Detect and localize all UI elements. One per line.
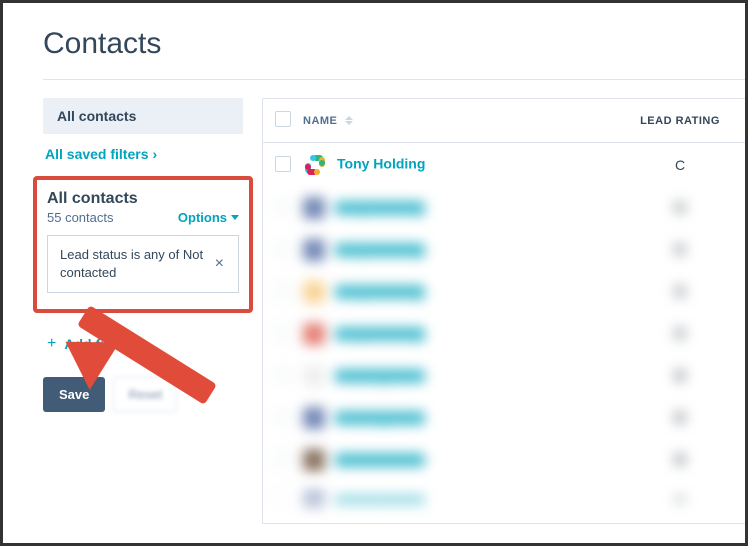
view-tab-all-contacts[interactable]: All contacts xyxy=(43,98,243,134)
row-checkbox[interactable] xyxy=(275,156,291,172)
rating-cell: B xyxy=(615,397,745,439)
row-checkbox[interactable] xyxy=(275,241,291,257)
reset-button[interactable]: Reset xyxy=(113,377,177,412)
name-header-label: NAME xyxy=(303,115,337,127)
filter-chip-text: Lead status is any of Not contacted xyxy=(60,246,205,282)
avatar-icon xyxy=(303,365,325,387)
avatar-icon xyxy=(303,491,325,513)
rating-cell: C xyxy=(615,313,745,355)
rating-cell: C xyxy=(615,143,745,188)
rating-cell: B xyxy=(615,439,745,481)
contact-count: 55 contacts xyxy=(47,210,114,225)
divider xyxy=(43,79,745,80)
avatar-icon xyxy=(303,407,325,429)
table-row[interactable]: Tom Ingram B xyxy=(263,355,745,397)
add-filter-link[interactable]: + Add filter xyxy=(47,335,126,353)
contact-name-link[interactable]: Tony Holding xyxy=(335,285,425,299)
table-row[interactable]: Tony Holding C xyxy=(263,229,745,271)
options-dropdown[interactable]: Options xyxy=(178,210,239,225)
all-saved-filters-link[interactable]: All saved filters › xyxy=(45,146,157,162)
table-row[interactable]: Tom Ingram B xyxy=(263,397,745,439)
rating-cell: C xyxy=(615,187,745,229)
table-row[interactable]: Tony Holding C xyxy=(263,187,745,229)
row-checkbox[interactable] xyxy=(275,283,291,299)
rating-cell: C xyxy=(615,229,745,271)
save-button[interactable]: Save xyxy=(43,377,105,412)
contact-name-link[interactable]: Tony Holding xyxy=(335,243,425,257)
saved-filters-label: All saved filters xyxy=(45,146,149,162)
rating-cell: C xyxy=(615,271,745,313)
page-title: Contacts xyxy=(43,27,745,61)
rating-cell: B xyxy=(615,481,745,523)
column-header-lead-rating[interactable]: LEAD RATING xyxy=(615,99,745,143)
sort-icon xyxy=(345,116,353,125)
caret-down-icon xyxy=(231,215,239,220)
rating-cell: B xyxy=(615,355,745,397)
avatar-icon xyxy=(303,323,325,345)
row-checkbox[interactable] xyxy=(275,409,291,425)
avatar-icon xyxy=(303,281,325,303)
avatar-icon xyxy=(303,197,325,219)
column-header-name[interactable]: NAME xyxy=(303,99,615,143)
table-row[interactable]: Tom Helm B xyxy=(263,481,745,523)
options-label: Options xyxy=(178,210,227,225)
chevron-right-icon: › xyxy=(153,146,158,162)
avatar-icon xyxy=(303,239,325,261)
contact-name-link[interactable]: Tom Helm xyxy=(335,453,425,467)
filter-group-highlight: All contacts 55 contacts Options Lead st… xyxy=(33,176,253,313)
row-checkbox[interactable] xyxy=(275,199,291,215)
plus-icon: + xyxy=(47,335,56,353)
add-filter-label: Add filter xyxy=(64,336,125,352)
row-checkbox[interactable] xyxy=(275,493,291,509)
table-row[interactable]: Tony Holding C xyxy=(263,313,745,355)
row-checkbox[interactable] xyxy=(275,325,291,341)
row-checkbox[interactable] xyxy=(275,451,291,467)
close-icon[interactable]: × xyxy=(213,255,226,273)
contacts-table-area: NAME LEAD RATING Tony HoldingCTony Holdi… xyxy=(261,98,745,524)
table-row[interactable]: Tom Helm B xyxy=(263,439,745,481)
contacts-table: NAME LEAD RATING Tony HoldingCTony Holdi… xyxy=(263,98,745,523)
row-checkbox[interactable] xyxy=(275,367,291,383)
table-row[interactable]: Tony Holding C xyxy=(263,143,745,188)
contact-name-link[interactable]: Tony Holding xyxy=(337,156,425,172)
select-all-checkbox[interactable] xyxy=(275,111,291,127)
avatar-icon xyxy=(303,449,325,471)
contact-name-link[interactable]: Tony Holding xyxy=(335,201,425,215)
filter-group-title: All contacts xyxy=(47,190,239,208)
contact-name-link[interactable]: Tom Ingram xyxy=(335,369,425,383)
contact-name-link[interactable]: Tom Helm xyxy=(335,495,425,509)
avatar-icon xyxy=(303,153,327,177)
filter-chip[interactable]: Lead status is any of Not contacted × xyxy=(47,235,239,293)
table-row[interactable]: Tony Holding C xyxy=(263,271,745,313)
contact-name-link[interactable]: Tony Holding xyxy=(335,327,425,341)
select-all-header xyxy=(263,99,303,143)
contact-name-link[interactable]: Tom Ingram xyxy=(335,411,425,425)
sidebar: All contacts All saved filters › All con… xyxy=(43,98,243,524)
